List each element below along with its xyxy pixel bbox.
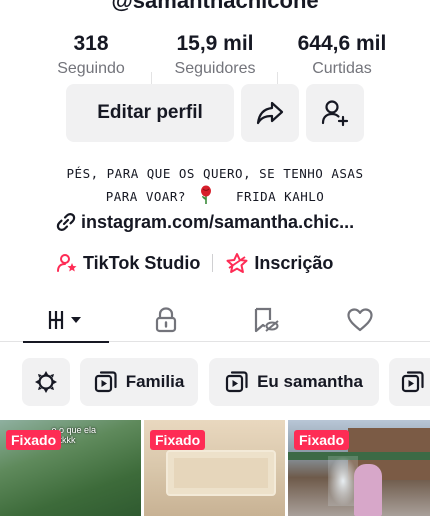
share-profile-button[interactable] [241, 84, 299, 142]
edit-profile-button[interactable]: Editar perfil [66, 84, 234, 142]
video-thumbnail[interactable]: ...e o que ela kkkkkkk Fixado [0, 420, 141, 516]
stat-likes[interactable]: 644,6 mil Curtidas [282, 30, 402, 78]
videos-grid-icon [48, 310, 81, 329]
stat-followers-label: Seguidores [174, 60, 256, 77]
playlist-chips: Familia Eu samantha [0, 358, 430, 406]
profile-link-text: instagram.com/samantha.chic... [81, 211, 355, 232]
stat-following-value: 318 [73, 32, 109, 55]
stat-likes-label: Curtidas [312, 60, 372, 77]
tab-videos[interactable] [23, 298, 109, 343]
video-thumbnail[interactable]: Fixado [144, 420, 285, 516]
video-image-person [354, 464, 382, 516]
subscription-label: Inscrição [254, 252, 334, 273]
tab-liked[interactable] [317, 298, 403, 342]
bio-author: Frida Kahlo [236, 189, 325, 204]
video-grid: ...e o que ela kkkkkkk Fixado Fixado Fix… [0, 420, 430, 516]
stat-followers[interactable]: 15,9 mil Seguidores [160, 30, 270, 78]
tiktok-studio-label: TikTok Studio [83, 252, 201, 273]
playlist-settings-button[interactable] [22, 358, 70, 406]
tab-favorites[interactable] [222, 298, 308, 342]
playlist-chip-label: Eu samantha [257, 372, 363, 391]
bookmark-hidden-icon [254, 307, 279, 333]
playlist-chip-familia[interactable]: Familia [80, 358, 198, 406]
playlist-icon [225, 371, 248, 393]
profile-tabs [0, 298, 430, 343]
playlist-chip-more[interactable] [389, 358, 430, 406]
playlist-chip-label: Familia [125, 372, 185, 391]
tiktok-studio-link[interactable]: TikTok Studio [56, 252, 200, 274]
stat-following[interactable]: 318 Seguindo [40, 30, 142, 78]
bio-line: Pés, para que os quero, se tenho asas [66, 166, 364, 181]
creator-tools: TikTok Studio Inscrição [56, 250, 333, 276]
stat-followers-value: 15,9 mil [176, 32, 254, 55]
share-arrow-icon [256, 101, 284, 125]
playlist-icon [401, 371, 424, 393]
bio-line: para voar? Frida Kahlo [30, 185, 400, 208]
link-icon [56, 213, 76, 231]
video-thumbnail[interactable]: Fixado [288, 420, 430, 516]
subscription-star-icon [226, 253, 248, 273]
video-image-roof [288, 452, 430, 460]
stat-following-label: Seguindo [57, 60, 125, 77]
profile-username: @samanthachicone [111, 0, 319, 13]
profile-stats: 318 Seguindo 15,9 mil Seguidores 644,6 m… [0, 30, 430, 92]
heart-icon [347, 308, 373, 332]
add-friends-button[interactable] [306, 84, 364, 142]
pinned-badge: Fixado [294, 430, 350, 450]
sun-settings-icon [35, 371, 57, 393]
lock-icon [155, 307, 177, 333]
subscription-link[interactable]: Inscrição [225, 252, 333, 274]
playlist-icon [94, 371, 117, 393]
bio-text: para voar? [105, 189, 186, 204]
pinned-badge: Fixado [150, 430, 206, 450]
stat-likes-value: 644,6 mil [297, 32, 387, 55]
tab-private[interactable] [123, 298, 209, 342]
pinned-badge: Fixado [6, 430, 62, 450]
playlist-chip-eu-samantha[interactable]: Eu samantha [209, 358, 379, 406]
profile-link[interactable]: instagram.com/samantha.chic... [55, 211, 385, 233]
rose-icon [200, 185, 211, 204]
studio-person-star-icon [57, 254, 77, 272]
video-image-tray [166, 450, 276, 496]
profile-bio: Pés, para que os quero, se tenho asas pa… [30, 163, 400, 208]
tools-divider [212, 254, 214, 272]
add-user-icon [321, 100, 349, 127]
